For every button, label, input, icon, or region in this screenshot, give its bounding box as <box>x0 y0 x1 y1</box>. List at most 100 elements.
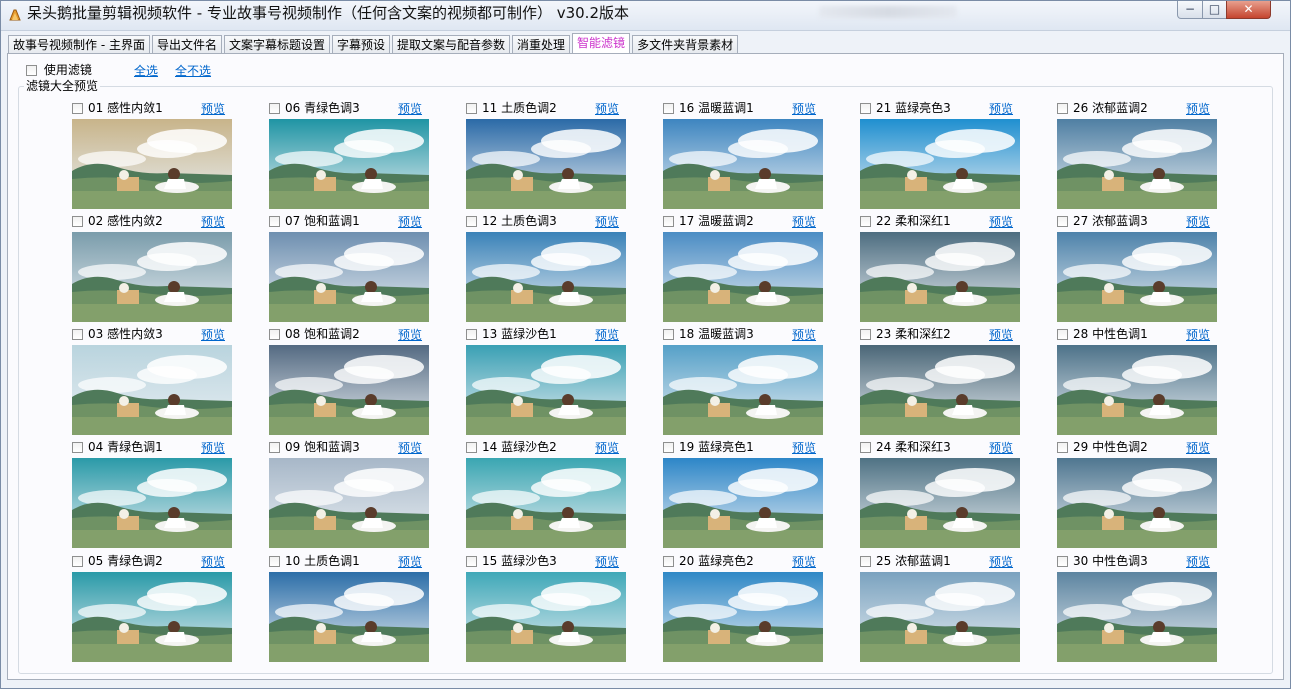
filter-thumbnail[interactable] <box>663 232 823 322</box>
filter-preview-link[interactable]: 预览 <box>201 441 225 456</box>
filter-preview-link[interactable]: 预览 <box>1186 102 1210 117</box>
filter-thumbnail[interactable] <box>269 345 429 435</box>
filter-checkbox[interactable] <box>72 442 83 453</box>
filter-thumbnail[interactable] <box>269 232 429 322</box>
filter-preview-link[interactable]: 预览 <box>398 555 422 570</box>
filter-checkbox[interactable] <box>1057 103 1068 114</box>
filter-checkbox[interactable] <box>860 103 871 114</box>
filter-checkbox[interactable] <box>1057 556 1068 567</box>
tab-main[interactable]: 故事号视频制作 - 主界面 <box>8 35 150 54</box>
filter-preview-link[interactable]: 预览 <box>792 555 816 570</box>
filter-checkbox[interactable] <box>663 329 674 340</box>
filter-thumbnail[interactable] <box>663 345 823 435</box>
use-filter-checkbox[interactable] <box>26 65 37 76</box>
filter-preview-link[interactable]: 预览 <box>792 328 816 343</box>
filter-thumbnail[interactable] <box>466 119 626 209</box>
filter-thumbnail[interactable] <box>269 458 429 548</box>
filter-preview-link[interactable]: 预览 <box>1186 215 1210 230</box>
minimize-button[interactable]: − <box>1177 1 1203 19</box>
maximize-button[interactable]: □ <box>1202 1 1227 19</box>
filter-checkbox[interactable] <box>269 329 280 340</box>
filter-thumbnail[interactable] <box>72 119 232 209</box>
filter-checkbox[interactable] <box>466 329 477 340</box>
filter-thumbnail[interactable] <box>663 119 823 209</box>
filter-checkbox[interactable] <box>466 442 477 453</box>
filter-thumbnail[interactable] <box>72 458 232 548</box>
filter-thumbnail[interactable] <box>466 458 626 548</box>
tab-multi-folder-bg[interactable]: 多文件夹背景素材 <box>632 35 739 54</box>
filter-thumbnail[interactable] <box>269 119 429 209</box>
filter-preview-link[interactable]: 预览 <box>398 215 422 230</box>
tab-smart-filter[interactable]: 智能滤镜 <box>572 33 631 54</box>
filter-thumbnail[interactable] <box>269 572 429 662</box>
filter-checkbox[interactable] <box>269 103 280 114</box>
filter-preview-link[interactable]: 预览 <box>201 215 225 230</box>
filter-preview-link[interactable]: 预览 <box>989 441 1013 456</box>
filter-preview-link[interactable]: 预览 <box>1186 555 1210 570</box>
filter-preview-link[interactable]: 预览 <box>398 328 422 343</box>
filter-checkbox[interactable] <box>860 329 871 340</box>
filter-checkbox[interactable] <box>72 103 83 114</box>
filter-checkbox[interactable] <box>663 556 674 567</box>
filter-checkbox[interactable] <box>466 216 477 227</box>
filter-thumbnail[interactable] <box>860 119 1020 209</box>
filter-thumbnail[interactable] <box>1057 572 1217 662</box>
filter-preview-link[interactable]: 预览 <box>989 215 1013 230</box>
filter-checkbox[interactable] <box>466 103 477 114</box>
filter-checkbox[interactable] <box>1057 329 1068 340</box>
filter-checkbox[interactable] <box>72 329 83 340</box>
filter-preview-link[interactable]: 预览 <box>595 215 619 230</box>
filter-checkbox[interactable] <box>1057 442 1068 453</box>
tab-dedup[interactable]: 消重处理 <box>512 35 571 54</box>
filter-preview-link[interactable]: 预览 <box>398 102 422 117</box>
filter-checkbox[interactable] <box>663 103 674 114</box>
filter-thumbnail[interactable] <box>1057 458 1217 548</box>
select-none-link[interactable]: 全不选 <box>175 62 211 79</box>
filter-thumbnail[interactable] <box>1057 232 1217 322</box>
filter-thumbnail[interactable] <box>860 232 1020 322</box>
filter-preview-link[interactable]: 预览 <box>201 102 225 117</box>
filter-preview-link[interactable]: 预览 <box>595 328 619 343</box>
filter-preview-link[interactable]: 预览 <box>595 555 619 570</box>
filter-checkbox[interactable] <box>663 442 674 453</box>
filter-thumbnail[interactable] <box>663 572 823 662</box>
filter-thumbnail[interactable] <box>72 572 232 662</box>
filter-thumbnail[interactable] <box>1057 345 1217 435</box>
filter-checkbox[interactable] <box>860 556 871 567</box>
filter-preview-link[interactable]: 预览 <box>989 328 1013 343</box>
filter-thumbnail[interactable] <box>1057 119 1217 209</box>
filter-preview-link[interactable]: 预览 <box>792 441 816 456</box>
filter-thumbnail[interactable] <box>72 232 232 322</box>
filter-preview-link[interactable]: 预览 <box>201 328 225 343</box>
filter-checkbox[interactable] <box>269 556 280 567</box>
filter-preview-link[interactable]: 预览 <box>201 555 225 570</box>
filter-thumbnail[interactable] <box>466 345 626 435</box>
filter-thumbnail[interactable] <box>860 458 1020 548</box>
title-bar[interactable]: 呆头鹅批量剪辑视频软件 - 专业故事号视频制作（任何含文案的视频都可制作） v3… <box>1 1 1290 31</box>
filter-checkbox[interactable] <box>663 216 674 227</box>
filter-thumbnail[interactable] <box>466 572 626 662</box>
filter-preview-link[interactable]: 预览 <box>398 441 422 456</box>
filter-thumbnail[interactable] <box>72 345 232 435</box>
filter-checkbox[interactable] <box>269 216 280 227</box>
tab-extract-voice-params[interactable]: 提取文案与配音参数 <box>392 35 511 54</box>
select-all-link[interactable]: 全选 <box>134 62 158 79</box>
filter-preview-link[interactable]: 预览 <box>989 555 1013 570</box>
filter-checkbox[interactable] <box>269 442 280 453</box>
filter-thumbnail[interactable] <box>466 232 626 322</box>
filter-preview-link[interactable]: 预览 <box>595 102 619 117</box>
filter-thumbnail[interactable] <box>860 345 1020 435</box>
tab-export-filename[interactable]: 导出文件名 <box>151 35 222 54</box>
filter-checkbox[interactable] <box>860 442 871 453</box>
close-button[interactable]: ✕ <box>1226 1 1271 19</box>
filter-checkbox[interactable] <box>466 556 477 567</box>
filter-preview-link[interactable]: 预览 <box>792 215 816 230</box>
filter-preview-link[interactable]: 预览 <box>595 441 619 456</box>
filter-thumbnail[interactable] <box>663 458 823 548</box>
filter-checkbox[interactable] <box>72 556 83 567</box>
filter-preview-link[interactable]: 预览 <box>1186 441 1210 456</box>
filter-preview-link[interactable]: 预览 <box>792 102 816 117</box>
filter-checkbox[interactable] <box>860 216 871 227</box>
tab-subtitle-title-settings[interactable]: 文案字幕标题设置 <box>223 35 330 54</box>
filter-preview-link[interactable]: 预览 <box>1186 328 1210 343</box>
